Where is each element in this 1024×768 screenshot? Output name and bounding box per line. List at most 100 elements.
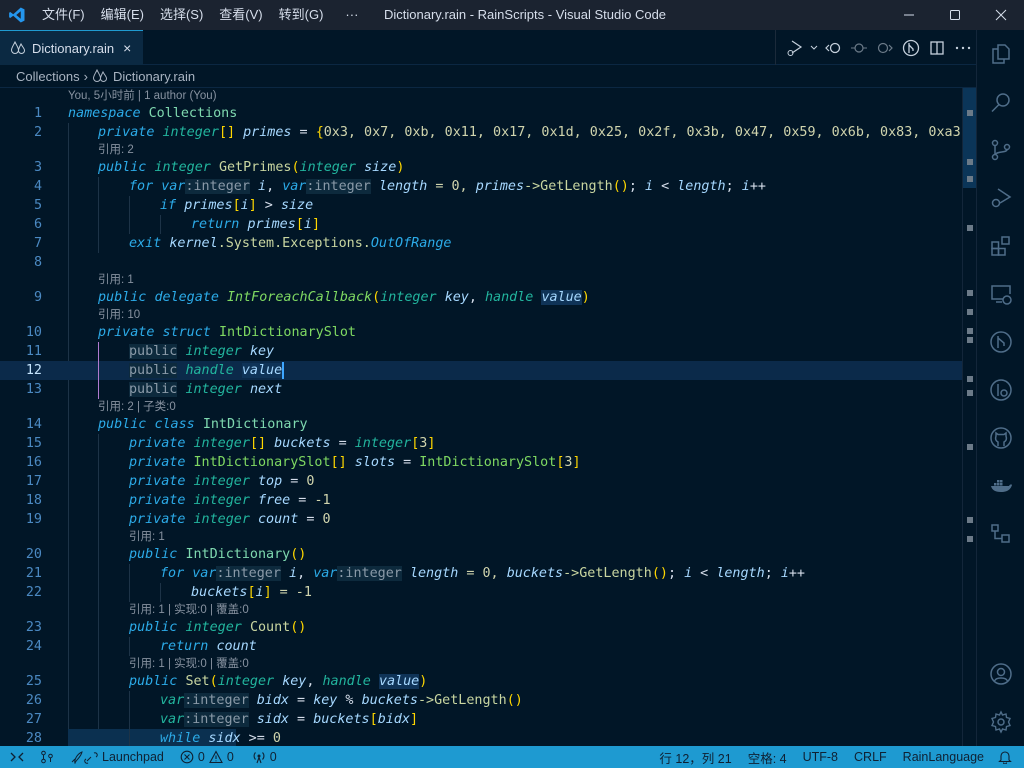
language-mode[interactable]: RainLanguage bbox=[895, 746, 992, 768]
code-token: integer bbox=[193, 474, 250, 489]
indent-guide bbox=[98, 637, 99, 656]
menu-view[interactable]: 查看(V) bbox=[211, 0, 270, 30]
codelens-references[interactable]: 引用: 1 | 实现:0 | 覆盖:0 bbox=[0, 602, 962, 618]
activity-run-debug[interactable] bbox=[977, 178, 1024, 218]
code-token: count bbox=[216, 639, 257, 654]
tab-dictionary-rain[interactable]: Dictionary.rain × bbox=[0, 30, 143, 65]
code-line: 23 public integer Count() bbox=[0, 618, 962, 637]
menu-go[interactable]: 转到(G) bbox=[271, 0, 332, 30]
overview-ruler-scrollbar[interactable] bbox=[962, 88, 976, 746]
git-compare-icon bbox=[41, 750, 53, 764]
maximize-button[interactable] bbox=[932, 0, 978, 30]
split-editor-button[interactable] bbox=[924, 30, 950, 65]
code-token: :integer bbox=[184, 712, 249, 727]
code-text: public IntDictionary() bbox=[129, 545, 306, 564]
code-token: private bbox=[129, 455, 186, 470]
code-text: var:integer bidx = key % buckets->GetLen… bbox=[160, 691, 523, 710]
code-token: = bbox=[282, 474, 307, 489]
code-token: = bbox=[289, 712, 314, 727]
activity-docker[interactable] bbox=[977, 466, 1024, 506]
codelens-references[interactable]: 引用: 2 bbox=[0, 142, 962, 158]
activity-search[interactable] bbox=[977, 82, 1024, 122]
encoding[interactable]: UTF-8 bbox=[795, 746, 846, 768]
cursor-position[interactable]: 行 12，列 21 bbox=[651, 746, 739, 768]
close-window-button[interactable] bbox=[978, 0, 1024, 30]
go-back-icon bbox=[825, 42, 841, 53]
codelens-references[interactable]: 引用: 1 bbox=[0, 529, 962, 545]
minimize-button[interactable] bbox=[886, 0, 932, 30]
code-text: public class IntDictionary bbox=[98, 415, 308, 434]
activity-remote-explorer[interactable] bbox=[977, 274, 1024, 314]
code-token: ( bbox=[372, 290, 381, 305]
codelens-references[interactable]: 引用: 1 | 实现:0 | 覆盖:0 bbox=[0, 656, 962, 672]
code-token: public bbox=[98, 290, 147, 305]
code-text: private integer top = 0 bbox=[129, 472, 314, 491]
code-token: public bbox=[129, 382, 178, 397]
activity-hierarchy[interactable] bbox=[977, 514, 1024, 554]
breadcrumb-file[interactable]: Dictionary.rain bbox=[113, 69, 195, 84]
code-token: integer bbox=[217, 674, 275, 689]
source-branch-button[interactable] bbox=[34, 746, 60, 768]
error-icon bbox=[180, 750, 194, 764]
remote-indicator[interactable] bbox=[0, 746, 30, 768]
tab-close-button[interactable]: × bbox=[123, 40, 131, 56]
activity-git-graph[interactable] bbox=[977, 322, 1024, 362]
end-of-line[interactable]: CRLF bbox=[846, 746, 895, 768]
code-token: i bbox=[258, 179, 267, 194]
breadcrumb-namespace[interactable]: Collections bbox=[16, 69, 80, 84]
go-back-button[interactable] bbox=[820, 30, 846, 65]
scrollbar-thumb[interactable] bbox=[963, 88, 976, 188]
activity-extensions[interactable] bbox=[977, 226, 1024, 266]
code-line: 13 public integer next bbox=[0, 380, 962, 399]
settings-gear-icon bbox=[991, 710, 1011, 734]
ports-button[interactable]: 0 bbox=[246, 746, 283, 768]
code-line: 4 for var:integer i, var:integer length =… bbox=[0, 177, 962, 196]
run-dropdown-button[interactable] bbox=[808, 30, 820, 65]
more-actions-button[interactable] bbox=[950, 30, 976, 65]
code-token: i bbox=[255, 585, 264, 600]
code-token: var bbox=[313, 566, 338, 581]
activity-explorer[interactable] bbox=[977, 34, 1024, 74]
codelens-references[interactable]: 引用: 1 bbox=[0, 272, 962, 288]
menu-edit[interactable]: 编辑(E) bbox=[93, 0, 152, 30]
notifications-button[interactable] bbox=[992, 746, 1024, 768]
run-debug-button[interactable] bbox=[782, 30, 808, 65]
indentation[interactable]: 空格: 4 bbox=[740, 746, 795, 768]
code-token: key bbox=[444, 290, 469, 305]
code-token: public bbox=[98, 160, 147, 175]
code-line: 9 public delegate IntForeachCallback(inte… bbox=[0, 288, 962, 307]
activity-settings[interactable] bbox=[977, 702, 1024, 742]
ruler-mark bbox=[967, 328, 973, 334]
text-cursor bbox=[282, 361, 285, 379]
indent-guide bbox=[68, 583, 69, 602]
code-token: :integer bbox=[337, 566, 402, 581]
activity-gitlens[interactable] bbox=[977, 370, 1024, 410]
menu-more[interactable]: ··· bbox=[331, 0, 366, 30]
indent-guide bbox=[98, 196, 99, 215]
menu-selection[interactable]: 选择(S) bbox=[152, 0, 211, 30]
launchpad-button[interactable]: Launchpad bbox=[64, 746, 170, 768]
code-text: private integer[] primes = {0x3, 0x7, 0x… bbox=[98, 123, 976, 142]
code-token: , bbox=[297, 566, 314, 581]
code-token: i bbox=[289, 566, 298, 581]
menu-file[interactable]: 文件(F) bbox=[34, 0, 93, 30]
timeline-button[interactable] bbox=[846, 30, 872, 65]
code-token: public bbox=[129, 620, 178, 635]
problems-button[interactable]: 0 0 bbox=[174, 746, 240, 768]
activity-source-control[interactable] bbox=[977, 130, 1024, 170]
code-line: 17 private integer top = 0 bbox=[0, 472, 962, 491]
git-graph-button[interactable] bbox=[898, 30, 924, 65]
go-forward-button[interactable] bbox=[872, 30, 898, 65]
code-token: ) bbox=[396, 160, 405, 175]
activity-github[interactable] bbox=[977, 418, 1024, 458]
indent-guide bbox=[160, 583, 161, 602]
code-token: class bbox=[154, 417, 195, 432]
blame-lens[interactable]: You, 5小时前 | 1 author (You) bbox=[0, 88, 962, 104]
code-token: for bbox=[160, 566, 185, 581]
codelens-references[interactable]: 引用: 2 | 子类:0 bbox=[0, 399, 962, 415]
code-editor[interactable]: You, 5小时前 | 1 author (You) 1 namespace Co… bbox=[0, 87, 976, 746]
codelens-references[interactable]: 引用: 10 bbox=[0, 307, 962, 323]
activity-account[interactable] bbox=[977, 654, 1024, 694]
code-line: 27 var:integer sidx = buckets[bidx] bbox=[0, 710, 962, 729]
line-number: 3 bbox=[33, 160, 42, 175]
